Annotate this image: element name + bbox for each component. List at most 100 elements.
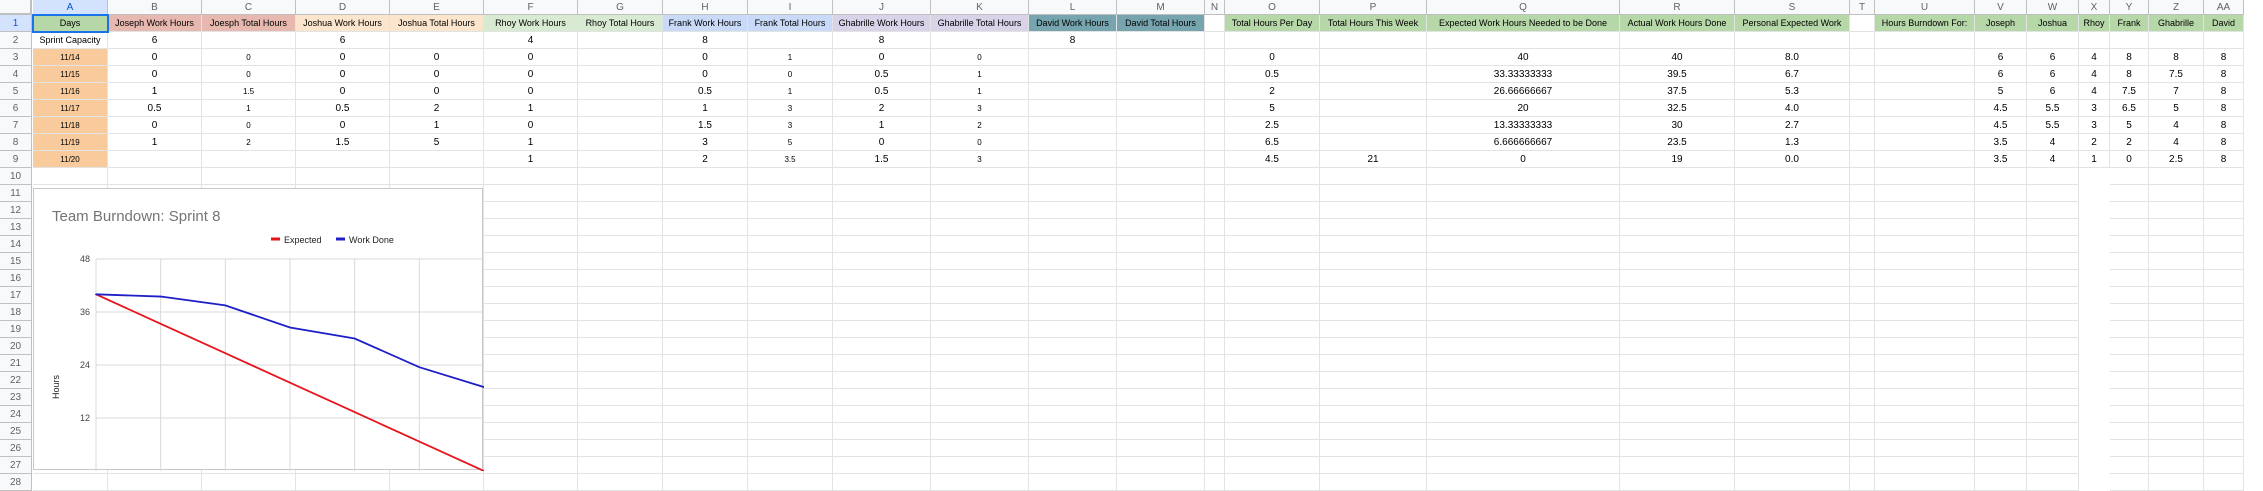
cell-l19[interactable] (1029, 321, 1117, 338)
cell-y27[interactable] (2110, 457, 2149, 474)
row-header-22[interactable]: 22 (0, 372, 32, 389)
value-cell-w9[interactable]: 4 (2027, 151, 2079, 168)
cell-r26[interactable] (1620, 440, 1735, 457)
row-header-14[interactable]: 14 (0, 236, 32, 253)
header-cell-k[interactable]: Ghabrille Total Hours (931, 15, 1029, 32)
cell-h16[interactable] (663, 270, 748, 287)
cell-k15[interactable] (931, 253, 1029, 270)
cell-c10[interactable] (202, 168, 296, 185)
row-header-18[interactable]: 18 (0, 304, 32, 321)
cell-u20[interactable] (1875, 338, 1975, 355)
value-cell-i3[interactable]: 1 (748, 49, 833, 66)
cell-j22[interactable] (833, 372, 931, 389)
cell-k20[interactable] (931, 338, 1029, 355)
cell-i26[interactable] (748, 440, 833, 457)
value-cell-r5[interactable]: 37.5 (1620, 83, 1735, 100)
value-cell-w3[interactable]: 6 (2027, 49, 2079, 66)
cell-j21[interactable] (833, 355, 931, 372)
cell-p19[interactable] (1320, 321, 1427, 338)
value-cell-aa5[interactable]: 8 (2204, 83, 2244, 100)
cell-y2[interactable] (2110, 32, 2149, 49)
cell-f11[interactable] (484, 185, 578, 202)
cell-y23[interactable] (2110, 389, 2149, 406)
column-header-r[interactable]: R (1620, 0, 1735, 15)
value-cell-d4[interactable]: 0 (296, 66, 390, 83)
cell-aa21[interactable] (2204, 355, 2244, 372)
value-cell-r8[interactable]: 23.5 (1620, 134, 1735, 151)
cell-t8[interactable] (1850, 134, 1875, 151)
cell-t12[interactable] (1850, 202, 1875, 219)
date-cell-a4[interactable]: 11/15 (33, 66, 108, 83)
cell-v12[interactable] (1975, 202, 2027, 219)
cell-m28[interactable] (1117, 474, 1205, 491)
value-cell-h5[interactable]: 0.5 (663, 83, 748, 100)
cell-y12[interactable] (2110, 202, 2149, 219)
cell-p23[interactable] (1320, 389, 1427, 406)
cell-o21[interactable] (1225, 355, 1320, 372)
value-cell-x5[interactable]: 4 (2079, 83, 2110, 100)
value-cell-i9[interactable]: 3.5 (748, 151, 833, 168)
cell-u22[interactable] (1875, 372, 1975, 389)
cell-y17[interactable] (2110, 287, 2149, 304)
cell-g25[interactable] (578, 423, 663, 440)
cell-s26[interactable] (1735, 440, 1850, 457)
cell-m21[interactable] (1117, 355, 1205, 372)
cell-aa23[interactable] (2204, 389, 2244, 406)
cell-i28[interactable] (748, 474, 833, 491)
cell-e28[interactable] (390, 474, 484, 491)
value-cell-y7[interactable]: 5 (2110, 117, 2149, 134)
cell-z18[interactable] (2149, 304, 2204, 321)
cell-r18[interactable] (1620, 304, 1735, 321)
cell-w11[interactable] (2027, 185, 2079, 202)
cell-j14[interactable] (833, 236, 931, 253)
cell-s20[interactable] (1735, 338, 1850, 355)
cell-d9[interactable] (296, 151, 390, 168)
value-cell-f3[interactable]: 0 (484, 49, 578, 66)
cell-t28[interactable] (1850, 474, 1875, 491)
cell-u3[interactable] (1875, 49, 1975, 66)
row-header-21[interactable]: 21 (0, 355, 32, 372)
cell-j26[interactable] (833, 440, 931, 457)
value-cell-e5[interactable]: 0 (390, 83, 484, 100)
cell-r24[interactable] (1620, 406, 1735, 423)
value-cell-v7[interactable]: 4.5 (1975, 117, 2027, 134)
value-cell-s9[interactable]: 0.0 (1735, 151, 1850, 168)
cell-m24[interactable] (1117, 406, 1205, 423)
cell-w18[interactable] (2027, 304, 2079, 321)
cell-i14[interactable] (748, 236, 833, 253)
value-cell-d6[interactable]: 0.5 (296, 100, 390, 117)
cell-u18[interactable] (1875, 304, 1975, 321)
cell-k10[interactable] (931, 168, 1029, 185)
cell-m9[interactable] (1117, 151, 1205, 168)
row-header-4[interactable]: 4 (0, 66, 32, 83)
row-header-6[interactable]: 6 (0, 100, 32, 117)
date-cell-a9[interactable]: 11/20 (33, 151, 108, 168)
cell-m4[interactable] (1117, 66, 1205, 83)
cell-i27[interactable] (748, 457, 833, 474)
value-cell-c7[interactable]: 0 (202, 117, 296, 134)
value-cell-b7[interactable]: 0 (108, 117, 202, 134)
cell-v25[interactable] (1975, 423, 2027, 440)
cell-k13[interactable] (931, 219, 1029, 236)
cell-k25[interactable] (931, 423, 1029, 440)
cell-a28[interactable] (33, 474, 108, 491)
value-cell-h6[interactable]: 1 (663, 100, 748, 117)
cell-j28[interactable] (833, 474, 931, 491)
cell-t6[interactable] (1850, 100, 1875, 117)
cell-t9[interactable] (1850, 151, 1875, 168)
header-cell-m[interactable]: David Total Hours (1117, 15, 1205, 32)
cell-o19[interactable] (1225, 321, 1320, 338)
cell-u7[interactable] (1875, 117, 1975, 134)
value-cell-r3[interactable]: 40 (1620, 49, 1735, 66)
value-cell-j8[interactable]: 0 (833, 134, 931, 151)
cell-w15[interactable] (2027, 253, 2079, 270)
cell-l14[interactable] (1029, 236, 1117, 253)
cell-m11[interactable] (1117, 185, 1205, 202)
capacity-cell-l[interactable]: 8 (1029, 32, 1117, 49)
value-cell-k9[interactable]: 3 (931, 151, 1029, 168)
cell-i15[interactable] (748, 253, 833, 270)
cell-u13[interactable] (1875, 219, 1975, 236)
column-header-t[interactable]: T (1850, 0, 1875, 15)
cell-v11[interactable] (1975, 185, 2027, 202)
value-cell-x4[interactable]: 4 (2079, 66, 2110, 83)
